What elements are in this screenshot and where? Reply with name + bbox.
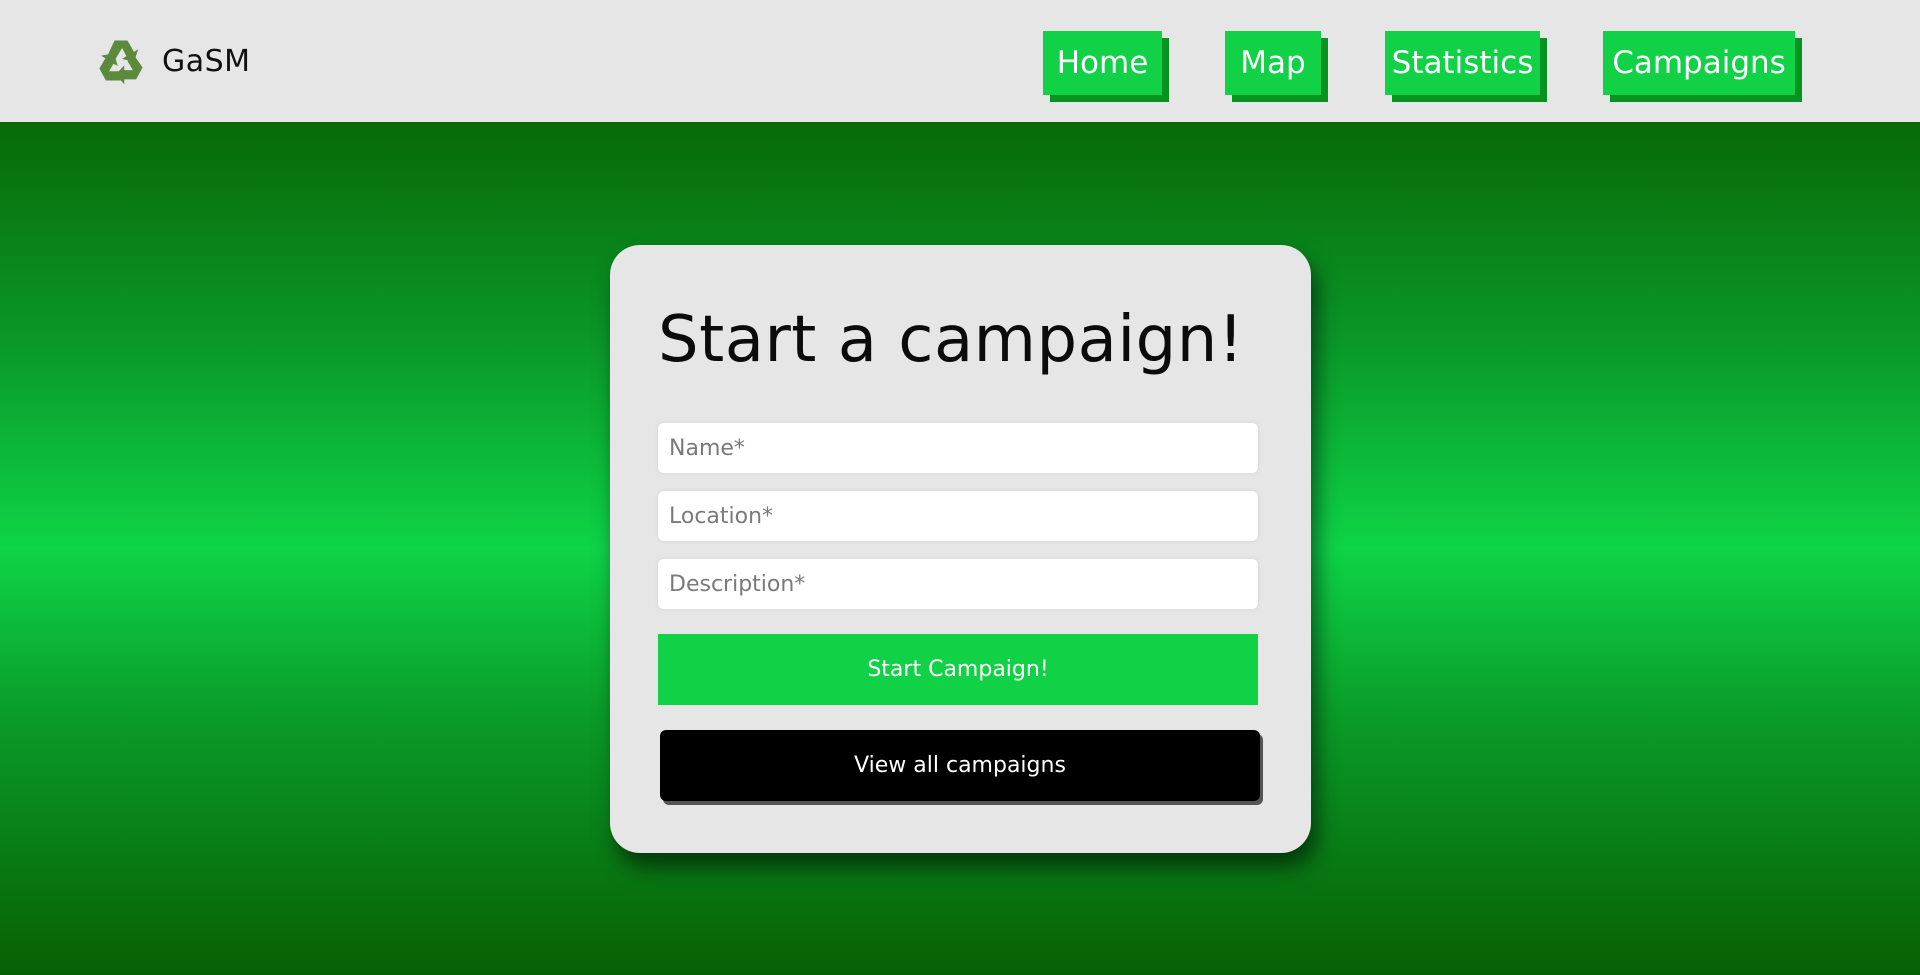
main-background: Start a campaign! Start Campaign! View a… [0, 122, 1920, 975]
campaign-form-card: Start a campaign! Start Campaign! View a… [610, 245, 1311, 853]
recycle-icon [99, 40, 143, 85]
name-input[interactable] [658, 423, 1258, 473]
description-input[interactable] [658, 559, 1258, 609]
nav-map-button[interactable]: Map [1225, 31, 1321, 95]
brand[interactable]: GaSM [94, 34, 251, 88]
start-campaign-button[interactable]: Start Campaign! [658, 634, 1258, 705]
nav-statistics-button[interactable]: Statistics [1385, 31, 1540, 95]
form-title: Start a campaign! [658, 303, 1244, 377]
brand-name: GaSM [162, 43, 251, 79]
nav-campaigns-button[interactable]: Campaigns [1603, 31, 1795, 95]
nav-home-button[interactable]: Home [1043, 31, 1162, 95]
top-header: GaSM Home Map Statistics Campaigns [0, 0, 1920, 122]
view-all-campaigns-button[interactable]: View all campaigns [660, 730, 1260, 801]
location-input[interactable] [658, 491, 1258, 541]
